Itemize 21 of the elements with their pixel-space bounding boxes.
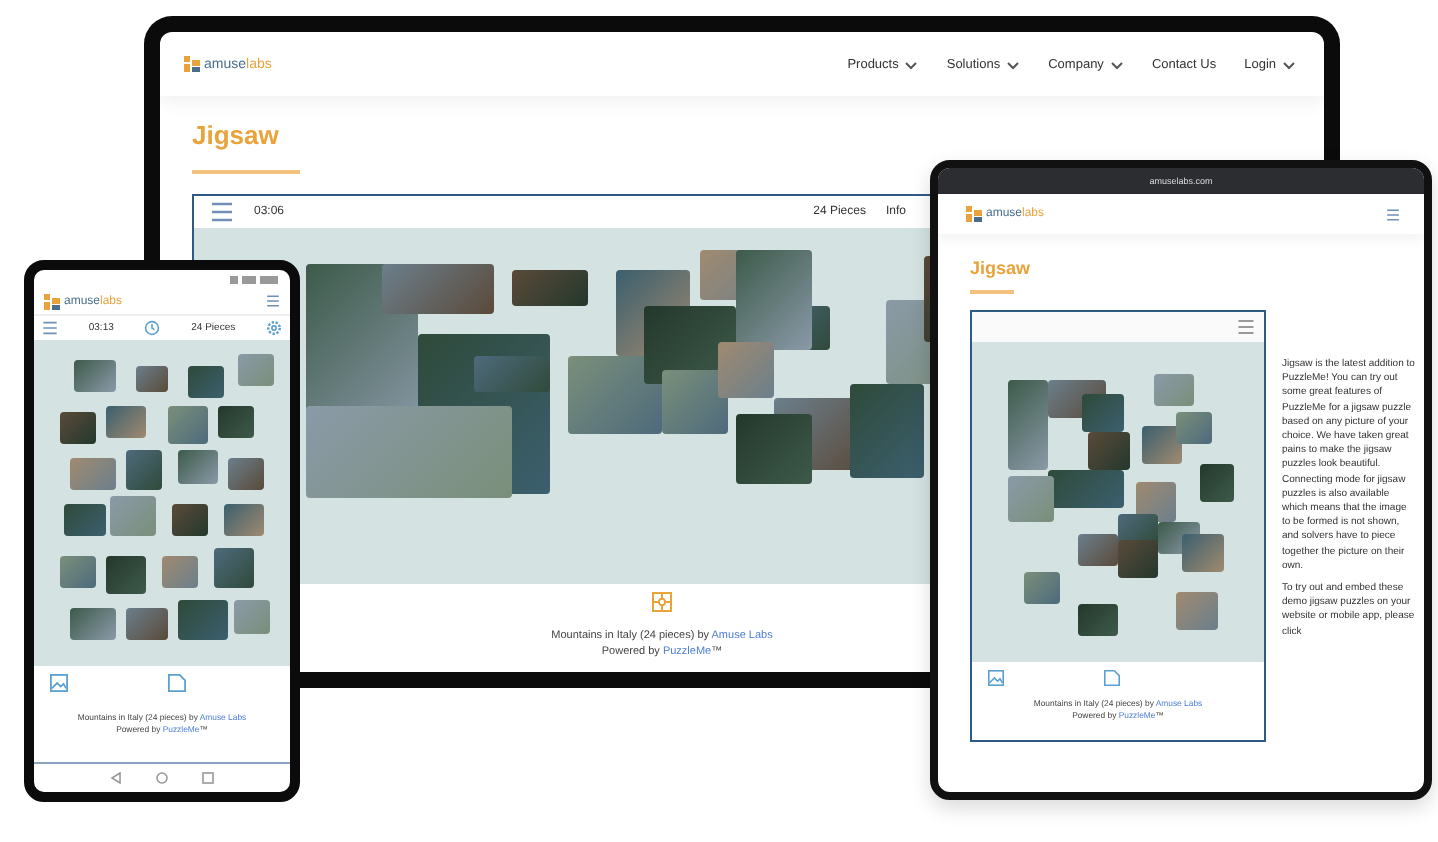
menu-icon[interactable] [266,294,280,308]
settings-icon[interactable] [265,320,282,336]
menu-icon[interactable] [1234,318,1258,336]
puzzle-board-drawing[interactable] [34,340,290,666]
menu-icon[interactable] [210,200,234,224]
page-title: Jigsaw [192,120,281,150]
image-icon [988,670,1004,686]
recents-icon[interactable] [201,772,214,784]
puzzle-board-drawing[interactable] [972,342,1264,662]
page-title: Jigsaw [970,258,1033,278]
logo-icon [184,56,200,72]
logo-icon [966,206,982,222]
image-icon [50,674,68,692]
home-icon[interactable] [155,772,168,784]
menu-icon[interactable] [42,320,58,336]
puzzle-grid-icon [652,592,672,612]
back-icon[interactable] [110,772,123,784]
status-icons [230,276,278,284]
logo-icon [44,293,60,309]
clock-icon [144,320,161,336]
menu-icon[interactable] [1386,207,1400,221]
